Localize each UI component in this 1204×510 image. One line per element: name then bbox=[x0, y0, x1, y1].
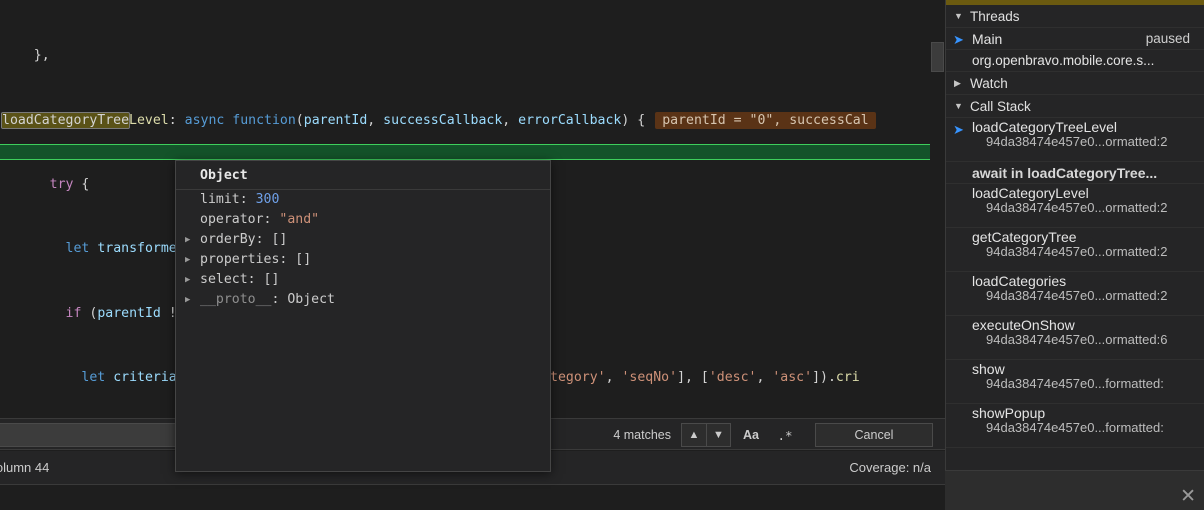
frame-source: 94da38474e457e0...ormatted:2 bbox=[972, 134, 1196, 149]
chevron-right-icon[interactable]: ▶ bbox=[954, 78, 970, 89]
hover-popup-row-limit: limit: 300 bbox=[176, 190, 550, 210]
frame-name: executeOnShow bbox=[972, 317, 1196, 333]
frame-name: loadCategoryTreeLevel bbox=[972, 119, 1196, 135]
property-value: 300 bbox=[256, 192, 280, 207]
thread-status: paused bbox=[1146, 31, 1190, 46]
call-stack-frame[interactable]: getCategoryTree 94da38474e457e0...ormatt… bbox=[946, 228, 1204, 272]
colon: : bbox=[279, 252, 295, 267]
property-value: Object bbox=[287, 292, 335, 307]
call-stack-frame[interactable]: executeOnShow 94da38474e457e0...ormatted… bbox=[946, 316, 1204, 360]
section-header-call-stack[interactable]: ▼ Call Stack bbox=[946, 95, 1204, 118]
regex-toggle[interactable]: .* bbox=[771, 423, 799, 447]
section-title: Call Stack bbox=[970, 99, 1031, 114]
frame-name: showPopup bbox=[972, 405, 1196, 421]
thread-name: Main bbox=[972, 31, 1002, 47]
cursor-position-label[interactable]: 9, Column 44 bbox=[0, 460, 49, 475]
frame-name: getCategoryTree bbox=[972, 229, 1196, 245]
chevron-down-icon[interactable]: ▼ bbox=[706, 424, 730, 446]
find-controls: 4 matches ▲ ▼ Aa .* Cancel bbox=[603, 422, 933, 448]
property-key: operator bbox=[200, 212, 264, 227]
debug-sidebar: ▼ Threads ➤ Main paused org.openbravo.mo… bbox=[945, 0, 1204, 470]
code-line-signature: loadCategoryTreeLevel: async function(pa… bbox=[2, 113, 876, 129]
bottom-filler bbox=[0, 485, 945, 510]
property-key: orderBy bbox=[200, 232, 256, 247]
chevron-up-icon[interactable]: ▲ bbox=[682, 424, 706, 446]
frame-source: 94da38474e457e0...formatted: bbox=[972, 420, 1196, 435]
property-value: [] bbox=[295, 252, 311, 267]
hover-popup-title: Object bbox=[176, 161, 550, 190]
object-hover-popup[interactable]: Object limit: 300 operator: "and" ▶order… bbox=[175, 160, 551, 472]
property-value: [] bbox=[271, 232, 287, 247]
property-value: "and" bbox=[279, 212, 319, 227]
property-key: select bbox=[200, 272, 248, 287]
colon: : bbox=[248, 272, 264, 287]
hover-popup-row-properties[interactable]: ▶properties: [] bbox=[176, 250, 550, 270]
match-case-toggle[interactable]: Aa bbox=[737, 423, 765, 447]
call-stack-frame[interactable]: ➤ loadCategoryTreeLevel 94da38474e457e0.… bbox=[946, 118, 1204, 162]
chevron-right-icon[interactable]: ▶ bbox=[185, 290, 197, 310]
frame-source: 94da38474e457e0...ormatted:2 bbox=[972, 244, 1196, 259]
hover-popup-row-proto[interactable]: ▶__proto__: Object bbox=[176, 290, 550, 310]
property-value: [] bbox=[264, 272, 280, 287]
chevron-down-icon[interactable]: ▼ bbox=[954, 11, 970, 21]
call-stack-frame[interactable]: showPopup 94da38474e457e0...formatted: bbox=[946, 404, 1204, 448]
thread-row-source[interactable]: org.openbravo.mobile.core.s... bbox=[946, 50, 1204, 72]
hover-popup-row-select[interactable]: ▶select: [] bbox=[176, 270, 550, 290]
section-header-watch[interactable]: ▶ Watch bbox=[946, 72, 1204, 95]
call-stack-frame[interactable]: show 94da38474e457e0...formatted: bbox=[946, 360, 1204, 404]
frame-source: 94da38474e457e0...formatted: bbox=[972, 376, 1196, 391]
chevron-right-icon[interactable]: ▶ bbox=[185, 250, 197, 270]
thread-source-label: org.openbravo.mobile.core.s... bbox=[972, 53, 1154, 68]
colon: : bbox=[264, 212, 280, 227]
section-title: Threads bbox=[970, 9, 1020, 24]
section-header-threads[interactable]: ▼ Threads bbox=[946, 5, 1204, 28]
frame-name: loadCategoryLevel bbox=[972, 185, 1196, 201]
editor-scrollbar-thumb[interactable] bbox=[931, 42, 944, 72]
debug-pointer-icon: ➤ bbox=[953, 123, 966, 136]
thread-row-main[interactable]: ➤ Main paused bbox=[946, 28, 1204, 50]
sidebar-footer: ✕ bbox=[945, 470, 1204, 510]
call-stack-frame[interactable]: loadCategoryLevel 94da38474e457e0...orma… bbox=[946, 184, 1204, 228]
chevron-right-icon[interactable]: ▶ bbox=[185, 270, 197, 290]
execution-line-highlight bbox=[0, 144, 930, 160]
frame-name: loadCategories bbox=[972, 273, 1196, 289]
hover-popup-row-operator: operator: "and" bbox=[176, 210, 550, 230]
inline-debug-hint: parentId = "0", successCal bbox=[655, 112, 875, 129]
close-icon[interactable]: ✕ bbox=[1180, 487, 1196, 506]
debugger-window: }, loadCategoryTreeLevel: async function… bbox=[0, 0, 1204, 510]
cancel-button[interactable]: Cancel bbox=[815, 423, 933, 447]
match-nav-group: ▲ ▼ bbox=[681, 423, 731, 447]
frame-source: 94da38474e457e0...ormatted:2 bbox=[972, 288, 1196, 303]
colon: : bbox=[240, 192, 256, 207]
hover-popup-row-orderby[interactable]: ▶orderBy: [] bbox=[176, 230, 550, 250]
property-key: __proto__ bbox=[200, 292, 271, 307]
property-key: properties bbox=[200, 252, 279, 267]
frame-source: 94da38474e457e0...ormatted:6 bbox=[972, 332, 1196, 347]
property-key: limit bbox=[200, 192, 240, 207]
chevron-right-icon[interactable]: ▶ bbox=[185, 230, 197, 250]
chevron-down-icon[interactable]: ▼ bbox=[954, 101, 970, 111]
colon: : bbox=[271, 292, 287, 307]
search-match: loadCategoryTree bbox=[2, 113, 129, 128]
colon: : bbox=[256, 232, 272, 247]
match-count-label: 4 matches bbox=[603, 423, 681, 447]
frame-name: show bbox=[972, 361, 1196, 377]
async-boundary-label: await in loadCategoryTree... bbox=[972, 165, 1157, 181]
coverage-label[interactable]: Coverage: n/a bbox=[849, 460, 931, 475]
call-stack-frame[interactable]: loadCategories 94da38474e457e0...ormatte… bbox=[946, 272, 1204, 316]
section-title: Watch bbox=[970, 76, 1008, 91]
editor-scrollbar[interactable] bbox=[930, 0, 945, 418]
debug-pointer-icon: ➤ bbox=[953, 33, 966, 46]
frame-source: 94da38474e457e0...ormatted:2 bbox=[972, 200, 1196, 215]
call-stack-async-label: await in loadCategoryTree... bbox=[946, 162, 1204, 184]
code-line: }, bbox=[2, 48, 876, 64]
